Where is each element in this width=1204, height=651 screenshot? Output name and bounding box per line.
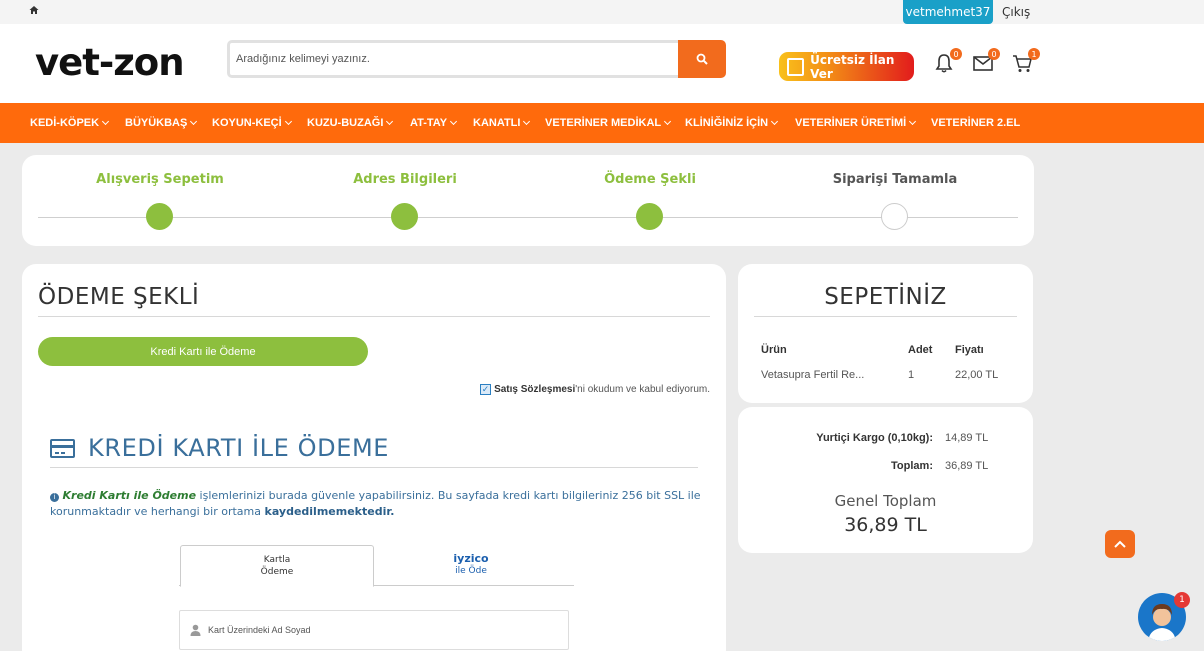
- chevron-down-icon: [909, 117, 917, 126]
- chat-badge: 1: [1174, 592, 1190, 608]
- category-nav: KEDİ-KÖPEK BÜYÜKBAŞ KOYUN-KEÇİ KUZU-BUZA…: [0, 103, 1204, 143]
- step-label-cart: Alışveriş Sepetim: [96, 172, 224, 187]
- grand-total-label: Genel Toplam: [834, 492, 937, 510]
- nav-item-kuzu-buzagi[interactable]: KUZU-BUZAĞI: [307, 117, 410, 129]
- info-bold: Kredi Kartı ile Ödeme: [62, 489, 197, 502]
- credit-card-title: KREDİ KARTI İLE ÖDEME: [88, 434, 390, 462]
- nav-item-veteriner-2el[interactable]: VETERİNER 2.EL: [931, 117, 1020, 129]
- security-info: i Kredi Kartı ile Ödeme işlemlerinizi bu…: [50, 488, 710, 520]
- chevron-down-icon: [771, 117, 779, 126]
- home-icon[interactable]: [29, 5, 39, 18]
- tab-iyzico[interactable]: iyzico ile Öde: [374, 545, 568, 585]
- top-bar: vetmehmet37 Çıkış: [0, 0, 1204, 24]
- shipping-label: Yurtiçi Kargo (0,10kg):: [816, 432, 933, 444]
- shipping-value: 14,89 TL: [945, 432, 989, 444]
- nav-item-veteriner-medikal[interactable]: VETERİNER MEDİKAL: [545, 117, 685, 129]
- step-dot-payment[interactable]: [636, 203, 663, 230]
- col-price: Fiyatı: [955, 344, 984, 356]
- search-button[interactable]: [678, 40, 726, 78]
- header: vet-zon Ücretsiz İlan Ver 0 0 1: [0, 24, 1204, 103]
- free-listing-button[interactable]: Ücretsiz İlan Ver: [779, 52, 914, 81]
- step-label-complete: Siparişi Tamamla: [832, 172, 958, 187]
- summary-panel: Yurtiçi Kargo (0,10kg): 14,89 TL Toplam:…: [738, 407, 1033, 553]
- chevron-up-icon: [1114, 540, 1126, 548]
- nav-item-kliniginiz-icin[interactable]: KLİNİĞİNİZ İÇİN: [685, 117, 795, 129]
- grand-total-value: 36,89 TL: [844, 514, 927, 536]
- step-dot-address[interactable]: [391, 203, 418, 230]
- step-label-address: Adres Bilgileri: [353, 172, 457, 187]
- cardholder-name-field[interactable]: Kart Üzerindeki Ad Soyad: [179, 610, 569, 650]
- nav-item-at-tay[interactable]: AT-TAY: [410, 117, 473, 129]
- step-label-payment: Ödeme Şekli: [604, 172, 696, 187]
- notification-badge: 0: [950, 48, 962, 60]
- agreement-text: 'ni okudum ve kabul ediyorum.: [575, 384, 710, 395]
- step-dot-complete: [881, 203, 908, 230]
- divider: [754, 316, 1017, 317]
- agreement-link[interactable]: Satış Sözleşmesi: [494, 384, 575, 395]
- cart-badge: 1: [1028, 48, 1040, 60]
- credit-card-method-button[interactable]: Kredi Kartı ile Ödeme: [38, 337, 368, 366]
- col-qty: Adet: [908, 344, 933, 356]
- total-label: Toplam:: [891, 460, 933, 472]
- scroll-top-button[interactable]: [1105, 530, 1135, 558]
- cart-icon[interactable]: 1: [1012, 48, 1040, 78]
- cart-title: SEPETİNİZ: [824, 284, 947, 310]
- logo[interactable]: vet-zon: [35, 41, 185, 84]
- steps-line: [38, 217, 1018, 218]
- agreement-row: ✓ Satış Sözleşmesi 'ni okudum ve kabul e…: [480, 384, 710, 395]
- nav-item-koyun-keci[interactable]: KOYUN-KEÇİ: [212, 117, 307, 129]
- credit-card-icon: [50, 439, 75, 458]
- info-icon: i: [50, 493, 59, 502]
- cart-product-name[interactable]: Vetasupra Fertil Re...: [761, 369, 864, 381]
- divider: [50, 467, 698, 468]
- nav-item-buyukbas[interactable]: BÜYÜKBAŞ: [125, 117, 212, 129]
- chevron-down-icon: [450, 117, 458, 126]
- payment-title: ÖDEME ŞEKLİ: [38, 284, 200, 310]
- divider: [38, 316, 710, 317]
- tab-card-payment[interactable]: Kartla Ödeme: [180, 545, 374, 587]
- info-strong: kaydedilmemektedir.: [264, 505, 395, 518]
- chevron-down-icon: [102, 117, 110, 126]
- nav-item-kanatli[interactable]: KANATLI: [473, 117, 545, 129]
- chevron-down-icon: [523, 117, 531, 126]
- mail-icon[interactable]: 0: [972, 48, 1000, 78]
- chevron-down-icon: [664, 117, 672, 126]
- payment-panel: ÖDEME ŞEKLİ Kredi Kartı ile Ödeme ✓ Satı…: [22, 264, 726, 651]
- cart-product-price: 22,00 TL: [955, 369, 999, 381]
- checkout-steps: Alışveriş Sepetim Adres Bilgileri Ödeme …: [22, 155, 1034, 246]
- cart-panel: SEPETİNİZ Ürün Adet Fiyatı Vetasupra Fer…: [738, 264, 1033, 403]
- nav-item-kedi-kopek[interactable]: KEDİ-KÖPEK: [30, 117, 125, 129]
- pointer-icon: [787, 57, 805, 76]
- search-input[interactable]: [227, 40, 679, 78]
- bell-icon[interactable]: 0: [933, 48, 962, 78]
- user-button[interactable]: vetmehmet37: [903, 0, 993, 24]
- chevron-down-icon: [386, 117, 394, 126]
- free-listing-label: Ücretsiz İlan Ver: [810, 52, 895, 81]
- total-value: 36,89 TL: [945, 460, 989, 472]
- cart-product-qty: 1: [908, 369, 915, 381]
- step-dot-cart[interactable]: [146, 203, 173, 230]
- user-icon: [190, 624, 201, 636]
- message-badge: 0: [988, 48, 1000, 60]
- search-icon: [696, 53, 708, 65]
- nav-item-veteriner-uretimi[interactable]: VETERİNER ÜRETİMİ: [795, 117, 931, 129]
- agreement-checkbox[interactable]: ✓: [480, 384, 492, 395]
- col-product: Ürün: [761, 344, 787, 356]
- logout-link[interactable]: Çıkış: [1002, 5, 1030, 19]
- chevron-down-icon: [190, 117, 198, 126]
- chevron-down-icon: [284, 117, 292, 126]
